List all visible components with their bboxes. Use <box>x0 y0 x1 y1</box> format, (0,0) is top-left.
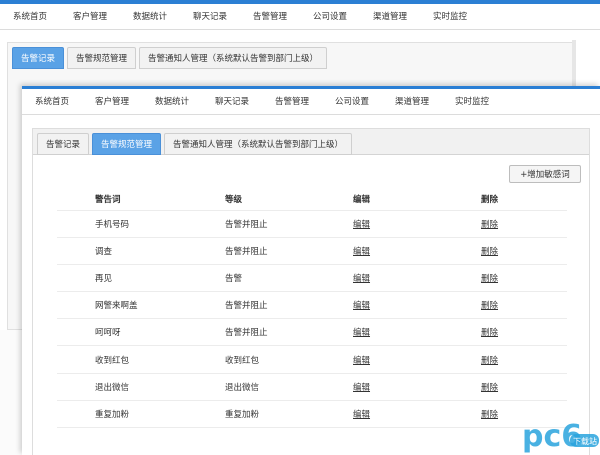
nav-statistics[interactable]: 数据统计 <box>142 95 202 107</box>
back-window-bottom-strip <box>0 330 22 455</box>
edit-link[interactable]: 编辑 <box>353 265 370 291</box>
back-nav-channels[interactable]: 渠道管理 <box>360 10 420 22</box>
pc6-watermark-logo: pc6 下载站 <box>522 419 599 454</box>
watermark-badge-text: 下载站 <box>573 436 597 446</box>
cell-level: 告警 <box>225 274 243 285</box>
back-tab-alert-records[interactable]: 告警记录 <box>12 47 65 69</box>
back-nav-customers[interactable]: 客户管理 <box>60 10 120 22</box>
cell-level: 收到红包 <box>225 355 260 366</box>
foreground-window: 系统首页 客户管理 数据统计 聊天记录 告警管理 公司设置 渠道管理 实时监控 … <box>22 86 600 455</box>
table-header-row: 警告词 等级 编辑 删除 <box>57 187 567 211</box>
alert-rules-panel: 告警记录 告警规范管理 告警通知人管理（系统默认告警到部门上级） +增加敏感词 … <box>32 128 590 455</box>
cell-level: 退出微信 <box>225 382 260 393</box>
back-tab-strip: 告警记录 告警规范管理 告警通知人管理（系统默认告警到部门上级） <box>12 47 328 69</box>
tab-alert-notifiers[interactable]: 告警通知人管理（系统默认告警到部门上级） <box>164 133 353 155</box>
edit-link[interactable]: 编辑 <box>353 238 370 264</box>
cell-word: 调查 <box>95 247 113 258</box>
nav-home[interactable]: 系统首页 <box>22 95 82 107</box>
edit-link[interactable]: 编辑 <box>353 401 370 427</box>
cell-level: 告警并阻止 <box>225 247 268 258</box>
table-row: 退出微信 退出微信 编辑 删除 <box>57 374 567 401</box>
cell-level: 告警并阻止 <box>225 328 268 339</box>
header-edit: 编辑 <box>353 194 371 205</box>
back-nav-chat-records[interactable]: 聊天记录 <box>180 10 240 22</box>
header-delete: 删除 <box>481 194 499 205</box>
edit-link[interactable]: 编辑 <box>353 211 370 237</box>
back-top-nav: 系统首页 客户管理 数据统计 聊天记录 告警管理 公司设置 渠道管理 实时监控 <box>0 4 600 28</box>
edit-link[interactable]: 编辑 <box>353 346 370 372</box>
table-row: 手机号码 告警并阻止 编辑 删除 <box>57 211 567 239</box>
header-word: 警告词 <box>95 194 121 205</box>
table-row: 重复加粉 重复加粉 编辑 删除 <box>57 401 567 428</box>
table-row: 调查 告警并阻止 编辑 删除 <box>57 238 567 266</box>
back-nav-realtime-monitor[interactable]: 实时监控 <box>420 10 480 22</box>
delete-link[interactable]: 删除 <box>481 211 498 237</box>
sensitive-words-table: 警告词 等级 编辑 删除 手机号码 告警并阻止 编辑 删除 调查 告警并阻止 编… <box>57 187 567 428</box>
cell-level: 告警并阻止 <box>225 301 268 312</box>
add-sensitive-word-button[interactable]: +增加敏感词 <box>509 165 581 183</box>
delete-link[interactable]: 删除 <box>481 346 498 372</box>
nav-alerts[interactable]: 告警管理 <box>262 95 322 107</box>
cell-word: 网警来啊盖 <box>95 301 138 312</box>
back-nav-home[interactable]: 系统首页 <box>0 10 60 22</box>
back-nav-statistics[interactable]: 数据统计 <box>120 10 180 22</box>
cell-word: 呵呵呀 <box>95 328 121 339</box>
cell-word: 重复加粉 <box>95 409 130 420</box>
back-tab-alert-notifiers[interactable]: 告警通知人管理（系统默认告警到部门上级） <box>139 47 328 69</box>
delete-link[interactable]: 删除 <box>481 238 498 264</box>
front-top-nav: 系统首页 客户管理 数据统计 聊天记录 告警管理 公司设置 渠道管理 实时监控 <box>22 90 600 112</box>
cell-word: 收到红包 <box>95 355 130 366</box>
delete-link[interactable]: 删除 <box>481 374 498 400</box>
delete-link[interactable]: 删除 <box>481 292 498 318</box>
front-top-accent-bar <box>22 86 600 89</box>
table-row: 再见 告警 编辑 删除 <box>57 265 567 293</box>
edit-link[interactable]: 编辑 <box>353 292 370 318</box>
cell-word: 再见 <box>95 274 113 285</box>
nav-customers[interactable]: 客户管理 <box>82 95 142 107</box>
delete-link[interactable]: 删除 <box>481 401 498 427</box>
cell-word: 退出微信 <box>95 382 130 393</box>
header-level: 等级 <box>225 194 243 205</box>
edit-link[interactable]: 编辑 <box>353 374 370 400</box>
delete-link[interactable]: 删除 <box>481 265 498 291</box>
cell-level: 重复加粉 <box>225 409 260 420</box>
cell-word: 手机号码 <box>95 220 130 231</box>
table-row: 网警来啊盖 告警并阻止 编辑 删除 <box>57 292 567 320</box>
table-row: 收到红包 收到红包 编辑 删除 <box>57 346 567 374</box>
front-nav-divider <box>22 114 600 115</box>
tab-alert-rules[interactable]: 告警规范管理 <box>92 133 162 155</box>
back-nav-company-settings[interactable]: 公司设置 <box>300 10 360 22</box>
edit-link[interactable]: 编辑 <box>353 319 370 345</box>
back-nav-alerts[interactable]: 告警管理 <box>240 10 300 22</box>
nav-realtime-monitor[interactable]: 实时监控 <box>442 95 502 107</box>
tab-alert-records[interactable]: 告警记录 <box>37 133 90 155</box>
cell-level: 告警并阻止 <box>225 220 268 231</box>
nav-chat-records[interactable]: 聊天记录 <box>202 95 262 107</box>
table-row: 呵呵呀 告警并阻止 编辑 删除 <box>57 319 567 347</box>
delete-link[interactable]: 删除 <box>481 319 498 345</box>
nav-company-settings[interactable]: 公司设置 <box>322 95 382 107</box>
tab-bar: 告警记录 告警规范管理 告警通知人管理（系统默认告警到部门上级） <box>33 129 589 155</box>
nav-channels[interactable]: 渠道管理 <box>382 95 442 107</box>
back-nav-divider <box>0 29 600 30</box>
tab-strip: 告警记录 告警规范管理 告警通知人管理（系统默认告警到部门上级） <box>37 133 353 155</box>
back-tab-alert-rules[interactable]: 告警规范管理 <box>67 47 137 69</box>
